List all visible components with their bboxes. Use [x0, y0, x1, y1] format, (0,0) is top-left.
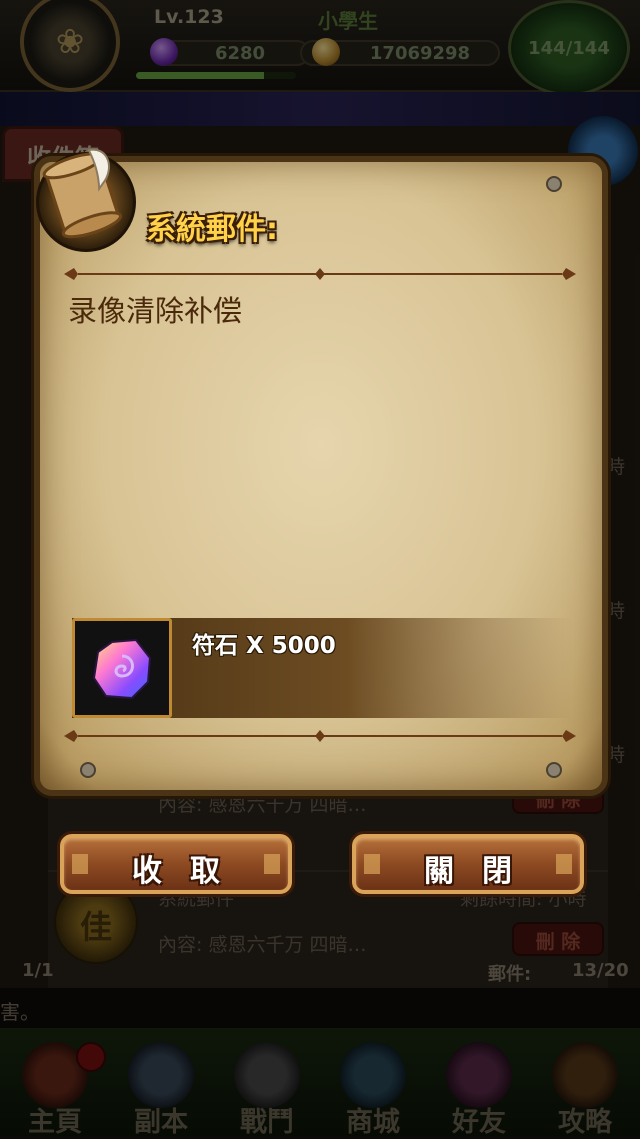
ornament-divider: [64, 268, 576, 280]
rune-stone-icon: [92, 638, 152, 700]
close-button-label: 關閉: [424, 854, 540, 889]
reward-label: 符石 X 5000: [192, 633, 336, 659]
collect-button[interactable]: 收取: [60, 834, 292, 894]
rivet-icon: [546, 762, 562, 778]
rivet-icon: [546, 176, 562, 192]
close-button[interactable]: 關閉: [352, 834, 584, 894]
ornament-divider: [64, 730, 576, 742]
rivet-icon: [80, 762, 96, 778]
dialog-title: 系統郵件:: [146, 212, 278, 247]
mail-subject: 录像清除补偿: [68, 294, 243, 328]
collect-button-label: 收取: [132, 854, 248, 889]
